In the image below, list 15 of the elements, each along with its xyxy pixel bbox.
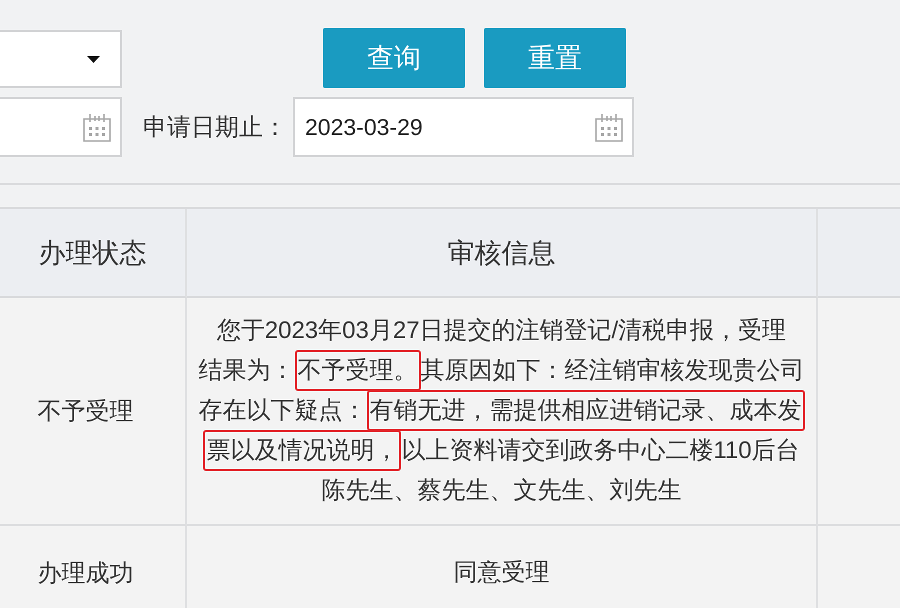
date-field[interactable]: 2023-03-29 (293, 97, 634, 157)
field-label: 申请日期止： (142, 113, 287, 143)
column-header: 办理状态 (0, 209, 187, 298)
select-field[interactable] (0, 30, 122, 88)
column-header: 审核信息 (187, 209, 818, 298)
audit-message: 您于2023年03月27日提交的注销登记/清税申报，受理 结果为：不予受理。其原因如下：经注销审核发现贵公司 存在以下疑点：有销无进，需提供相应进销记录、成本发 票以及情况说明，以上资料请交到政务中心二楼110后台 陈先生、蔡先生、文先生、刘先生 (198, 316, 804, 506)
caret-icon (87, 56, 100, 62)
date-field[interactable] (0, 97, 122, 157)
calendar-icon[interactable] (594, 112, 624, 142)
action-button[interactable]: 重置 (484, 28, 626, 88)
audit-message: 同意受理 (454, 558, 550, 588)
action-button[interactable]: 查询 (323, 28, 465, 88)
status-text: 不予受理 (38, 397, 134, 427)
status-text: 办理成功 (38, 559, 134, 589)
calendar-icon[interactable] (82, 112, 112, 142)
